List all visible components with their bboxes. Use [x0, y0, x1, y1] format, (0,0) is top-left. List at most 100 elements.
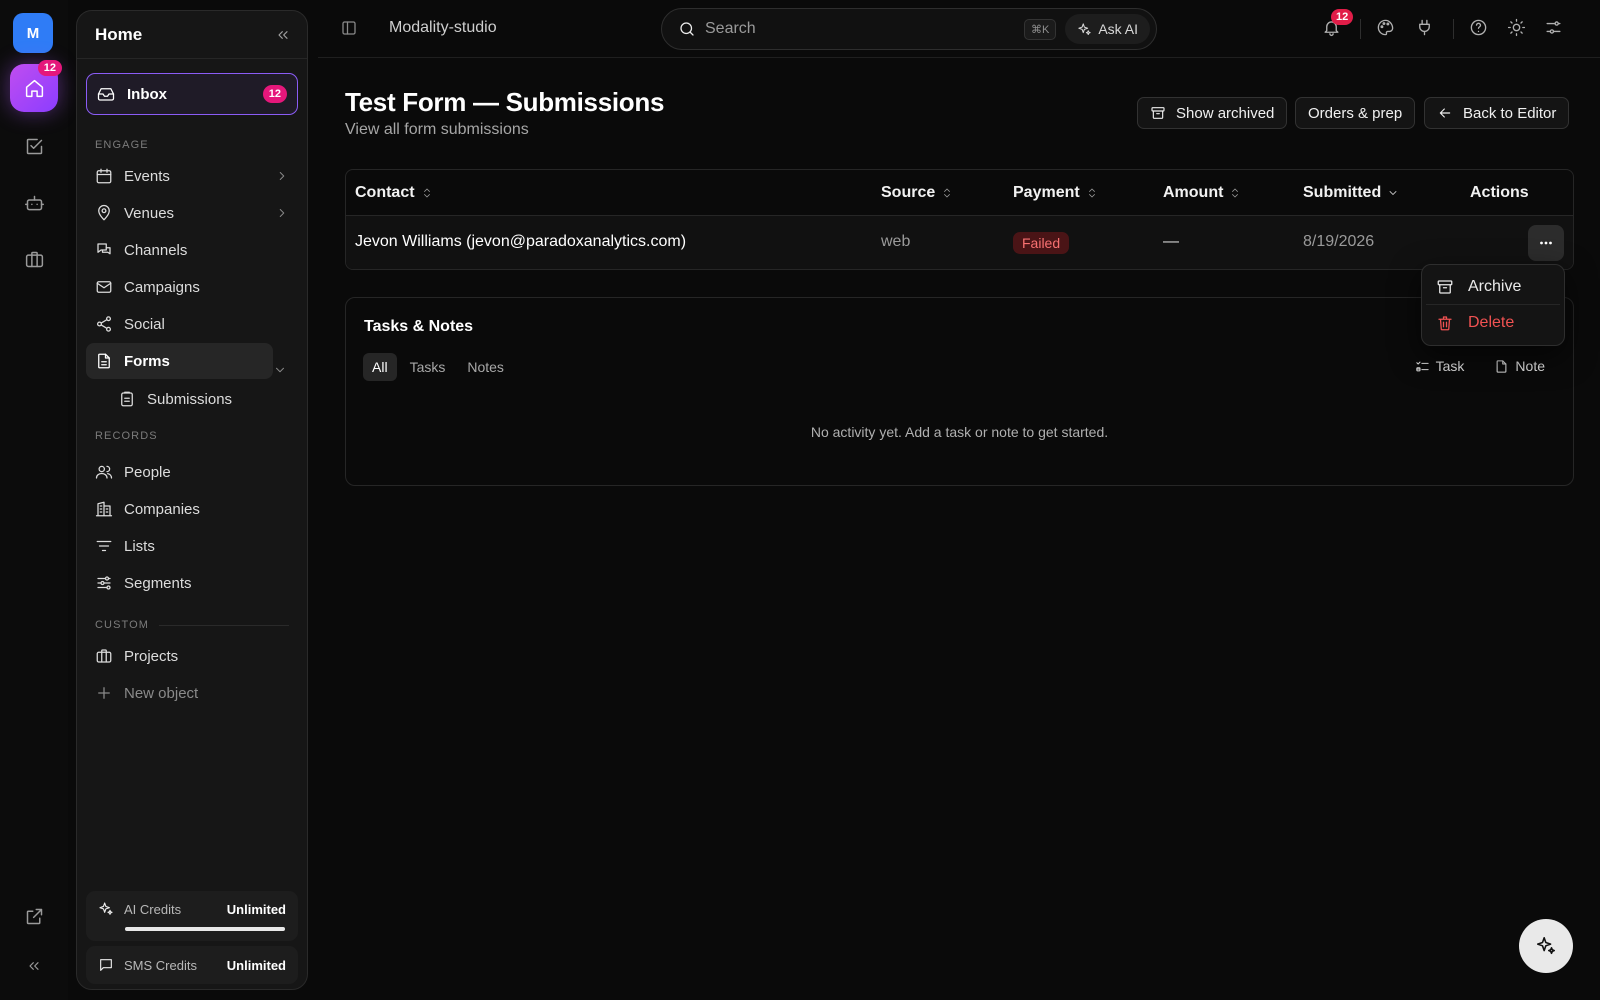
sort-icon	[941, 187, 953, 199]
home-icon	[24, 78, 45, 99]
column-label: Amount	[1163, 184, 1224, 201]
tab-all[interactable]: All	[363, 353, 397, 381]
archive-icon	[1436, 278, 1454, 296]
settings-button[interactable]	[1544, 18, 1563, 37]
divider	[1453, 19, 1454, 39]
rail-collapse-button[interactable]	[10, 942, 58, 990]
chevron-right-icon	[275, 169, 289, 183]
sidebar-item-social[interactable]: Social	[86, 306, 298, 342]
orders-prep-button[interactable]: Orders & prep	[1295, 97, 1416, 129]
sidebar-item-forms[interactable]: Forms	[86, 343, 273, 379]
rail-briefcase-button[interactable]	[10, 235, 58, 283]
notifications-button[interactable]: 12	[1322, 9, 1354, 37]
rail-home-button[interactable]: 12	[10, 60, 62, 112]
sidebar-item-companies[interactable]: Companies	[86, 491, 298, 527]
column-header-payment[interactable]: Payment	[1013, 184, 1098, 202]
menu-item-archive[interactable]: Archive	[1426, 269, 1560, 305]
section-label-records: RECORDS	[95, 430, 158, 442]
search-input[interactable]: Search ⌘K Ask AI	[661, 8, 1157, 50]
ai-credits: AI Credits Unlimited	[86, 891, 298, 941]
table-row[interactable]: Jevon Williams (jevon@paradoxanalytics.c…	[346, 216, 1573, 269]
back-to-editor-button[interactable]: Back to Editor	[1424, 97, 1570, 129]
chevron-right-icon	[275, 206, 289, 220]
search-placeholder: Search	[705, 20, 756, 37]
sidebar-item-new-object[interactable]: New object	[86, 675, 298, 711]
rail-bot-button[interactable]	[10, 179, 58, 227]
inbox-count-badge: 12	[262, 85, 287, 103]
settings-sliders-icon	[1544, 18, 1563, 37]
tab-tasks[interactable]: Tasks	[401, 353, 455, 381]
ai-assistant-button[interactable]	[1519, 919, 1573, 973]
chevron-down-icon[interactable]	[273, 363, 287, 377]
page-subtitle: View all form submissions	[345, 121, 529, 138]
column-header-amount[interactable]: Amount	[1163, 184, 1241, 202]
sliders-icon	[95, 574, 113, 592]
add-task-button[interactable]: Task	[1415, 358, 1464, 374]
submissions-table: Contact Source Payment Amount Submitted …	[345, 169, 1574, 270]
back-to-editor-label: Back to Editor	[1463, 104, 1557, 122]
help-circle-icon	[1469, 18, 1488, 37]
workspace-avatar[interactable]: M	[13, 13, 53, 53]
sidebar-item-campaigns[interactable]: Campaigns	[86, 269, 298, 305]
empty-state: No activity yet. Add a task or note to g…	[810, 424, 1109, 440]
plus-icon	[95, 684, 113, 702]
page-title: Test Form — Submissions	[345, 87, 665, 117]
tasks-notes-panel: Tasks & Notes All Tasks Notes Task Note …	[345, 297, 1574, 486]
rail-tasks-button[interactable]	[10, 122, 58, 170]
sms-credits-label: SMS Credits	[124, 957, 197, 973]
sidebar-item-label: Events	[124, 167, 170, 185]
sidebar-item-inbox[interactable]: Inbox 12	[86, 73, 298, 115]
column-label: Contact	[355, 184, 415, 201]
map-pin-icon	[95, 204, 113, 222]
external-link-icon	[24, 906, 45, 927]
notifications-badge: 12	[1331, 9, 1354, 25]
panel-toggle-icon[interactable]	[340, 19, 358, 37]
sidebar-item-channels[interactable]: Channels	[86, 232, 298, 268]
column-header-submitted[interactable]: Submitted	[1303, 184, 1399, 202]
column-header-source[interactable]: Source	[881, 184, 953, 202]
help-button[interactable]	[1469, 18, 1488, 37]
sidebar-item-segments[interactable]: Segments	[86, 565, 298, 601]
palette-button[interactable]	[1376, 18, 1395, 37]
theme-toggle-button[interactable]	[1507, 18, 1526, 37]
sort-icon	[1229, 187, 1241, 199]
robot-icon	[24, 193, 45, 214]
rail-external-link-button[interactable]	[10, 892, 58, 940]
sidebar-item-projects[interactable]: Projects	[86, 638, 298, 674]
show-archived-button[interactable]: Show archived	[1137, 97, 1288, 129]
orders-prep-label: Orders & prep	[1308, 104, 1403, 122]
sidebar-item-label: Companies	[124, 500, 200, 518]
calendar-icon	[95, 167, 113, 185]
chevron-down-icon	[1387, 187, 1399, 199]
search-icon	[678, 20, 696, 38]
divider	[1360, 19, 1361, 39]
cell-source: web	[881, 233, 911, 250]
sidebar-item-submissions[interactable]: Submissions	[109, 381, 298, 417]
briefcase-icon	[24, 249, 45, 270]
sms-credits-value: Unlimited	[226, 957, 286, 973]
tab-notes[interactable]: Notes	[458, 353, 513, 381]
ask-ai-button[interactable]: Ask AI	[1065, 14, 1150, 44]
column-label: Submitted	[1303, 184, 1382, 201]
add-note-button[interactable]: Note	[1494, 358, 1545, 374]
column-header-contact[interactable]: Contact	[355, 184, 433, 202]
archive-icon	[1150, 105, 1166, 121]
tasks-notes-actions: Task Note	[1415, 358, 1545, 374]
sidebar-item-label: Campaigns	[124, 278, 200, 296]
sparkles-icon	[1077, 22, 1092, 37]
sidebar-item-label: Social	[124, 315, 165, 333]
table-header: Contact Source Payment Amount Submitted …	[346, 170, 1573, 216]
sidebar-collapse-icon[interactable]	[275, 27, 291, 43]
tasks-notes-tabs: All Tasks Notes	[363, 353, 513, 381]
sidebar-item-events[interactable]: Events	[86, 158, 298, 194]
menu-item-delete[interactable]: Delete	[1426, 305, 1560, 341]
integrations-button[interactable]	[1415, 18, 1434, 37]
row-actions-button[interactable]	[1528, 225, 1564, 261]
section-label-custom: CUSTOM	[95, 619, 150, 631]
column-label: Payment	[1013, 184, 1080, 201]
sidebar-item-label: Submissions	[147, 390, 233, 408]
document-icon	[95, 352, 113, 370]
sidebar-item-venues[interactable]: Venues	[86, 195, 298, 231]
sidebar-item-lists[interactable]: Lists	[86, 528, 298, 564]
sidebar-item-people[interactable]: People	[86, 454, 298, 490]
